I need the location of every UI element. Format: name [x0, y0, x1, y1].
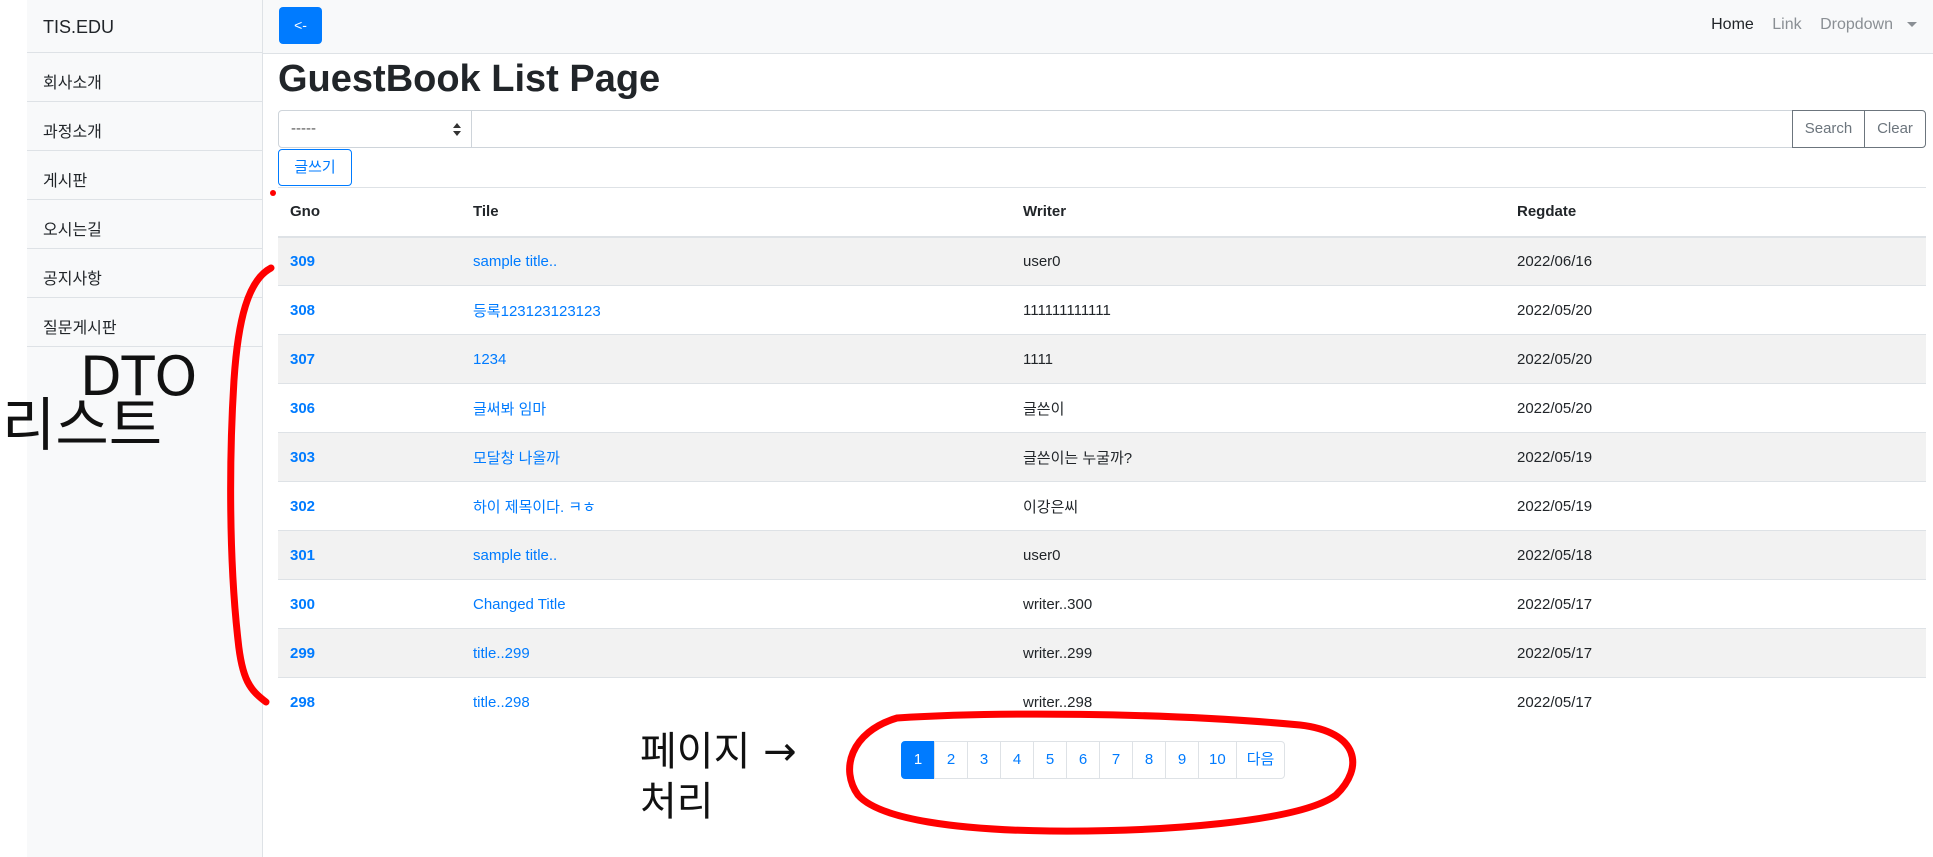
table-row[interactable]: 303 모달창 나올까 글쓴이는 누굴까? 2022/05/19: [278, 432, 1926, 482]
row-gno[interactable]: 303: [278, 432, 461, 482]
page-link-1[interactable]: 1: [901, 741, 935, 779]
row-writer: 111111111111: [1011, 285, 1505, 335]
row-gno[interactable]: 306: [278, 383, 461, 433]
row-writer: writer..298: [1011, 677, 1505, 727]
table-row[interactable]: 307 1234 1111 2022/05/20: [278, 334, 1926, 384]
row-gno[interactable]: 309: [278, 236, 461, 286]
search-input[interactable]: [471, 110, 1793, 148]
table-row[interactable]: 302 하이 제목이다. ㅋㅎ 이강은씨 2022/05/19: [278, 481, 1926, 531]
sidebar-item-directions[interactable]: 오시는길: [27, 200, 262, 249]
row-title-link[interactable]: 모달창 나올까: [461, 432, 1011, 482]
sidebar-brand[interactable]: TIS.EDU: [27, 0, 262, 53]
page-link-9[interactable]: 9: [1165, 741, 1199, 779]
header-gno: Gno: [278, 187, 461, 238]
row-regdate: 2022/05/20: [1505, 285, 1926, 335]
row-title-link[interactable]: title..299: [461, 628, 1011, 678]
page-link-10[interactable]: 10: [1198, 741, 1237, 779]
nav-home-link[interactable]: Home: [1711, 16, 1754, 33]
row-writer: user0: [1011, 236, 1505, 286]
row-regdate: 2022/05/19: [1505, 432, 1926, 482]
sidebar-toggle-button[interactable]: <-: [279, 7, 322, 44]
page-link-7[interactable]: 7: [1099, 741, 1133, 779]
row-gno[interactable]: 300: [278, 579, 461, 629]
row-writer: 글쓴이는 누굴까?: [1011, 432, 1505, 482]
sidebar: TIS.EDU 회사소개 과정소개 게시판 오시는길 공지사항 질문게시판: [27, 0, 263, 857]
page-link-8[interactable]: 8: [1132, 741, 1166, 779]
row-gno[interactable]: 301: [278, 530, 461, 580]
header-regdate: Regdate: [1505, 187, 1926, 238]
clear-button[interactable]: Clear: [1864, 110, 1926, 148]
table-row[interactable]: 306 글써봐 임마 글쓴이 2022/05/20: [278, 383, 1926, 433]
row-regdate: 2022/05/20: [1505, 334, 1926, 384]
page-title: GuestBook List Page: [278, 58, 661, 100]
header-writer: Writer: [1011, 187, 1505, 238]
header-title: Tile: [461, 187, 1011, 238]
row-writer: 이강은씨: [1011, 481, 1505, 531]
table-row[interactable]: 300 Changed Title writer..300 2022/05/17: [278, 579, 1926, 629]
top-nav: Home Link Dropdown: [1697, 16, 1917, 34]
table-row[interactable]: 309 sample title.. user0 2022/06/16: [278, 236, 1926, 286]
next-page-link[interactable]: 다음: [1235, 741, 1286, 779]
row-gno[interactable]: 299: [278, 628, 461, 678]
table-row[interactable]: 299 title..299 writer..299 2022/05/17: [278, 628, 1926, 678]
page-link-4[interactable]: 4: [1000, 741, 1034, 779]
row-regdate: 2022/05/17: [1505, 579, 1926, 629]
sidebar-item-notices[interactable]: 공지사항: [27, 249, 262, 298]
row-title-link[interactable]: 글써봐 임마: [461, 383, 1011, 433]
table-row[interactable]: 298 title..298 writer..298 2022/05/17: [278, 677, 1926, 727]
sidebar-item-qna[interactable]: 질문게시판: [27, 298, 262, 347]
table-header-row: Gno Tile Writer Regdate: [278, 187, 1926, 238]
table-row[interactable]: 308 등록123123123123 111111111111 2022/05/…: [278, 285, 1926, 335]
pagination: 1 2 3 4 5 6 7 8 9 10 다음: [901, 741, 1286, 779]
search-button[interactable]: Search: [1792, 110, 1865, 148]
sidebar-item-company[interactable]: 회사소개: [27, 53, 262, 102]
write-button[interactable]: 글쓰기: [278, 149, 352, 186]
row-writer: writer..299: [1011, 628, 1505, 678]
row-title-link[interactable]: 등록123123123123: [461, 285, 1011, 335]
annotation-note-process: 처리: [640, 779, 714, 825]
annotation-note-page: 페이지 →: [640, 729, 797, 775]
page-link-3[interactable]: 3: [967, 741, 1001, 779]
row-writer: 글쓴이: [1011, 383, 1505, 433]
search-type-value: -----: [291, 120, 316, 137]
row-regdate: 2022/05/20: [1505, 383, 1926, 433]
row-regdate: 2022/05/19: [1505, 481, 1926, 531]
search-bar: ----- Search Clear: [278, 110, 1926, 148]
row-writer: user0: [1011, 530, 1505, 580]
row-title-link[interactable]: sample title..: [461, 530, 1011, 580]
sidebar-item-courses[interactable]: 과정소개: [27, 102, 262, 151]
row-gno[interactable]: 298: [278, 677, 461, 727]
row-gno[interactable]: 302: [278, 481, 461, 531]
row-title-link[interactable]: sample title..: [461, 236, 1011, 286]
search-type-select[interactable]: -----: [278, 110, 472, 148]
row-regdate: 2022/06/16: [1505, 236, 1926, 286]
page-link-5[interactable]: 5: [1033, 741, 1067, 779]
row-regdate: 2022/05/17: [1505, 628, 1926, 678]
row-writer: writer..300: [1011, 579, 1505, 629]
row-writer: 1111: [1011, 334, 1505, 384]
nav-dropdown[interactable]: Dropdown: [1820, 16, 1917, 33]
nav-link[interactable]: Link: [1772, 16, 1801, 33]
page-link-2[interactable]: 2: [934, 741, 968, 779]
top-navbar: <- Home Link Dropdown: [263, 0, 1933, 54]
row-title-link[interactable]: title..298: [461, 677, 1011, 727]
row-gno[interactable]: 307: [278, 334, 461, 384]
page-link-6[interactable]: 6: [1066, 741, 1100, 779]
row-regdate: 2022/05/18: [1505, 530, 1926, 580]
sidebar-item-board[interactable]: 게시판: [27, 151, 262, 200]
row-title-link[interactable]: Changed Title: [461, 579, 1011, 629]
row-title-link[interactable]: 1234: [461, 334, 1011, 384]
select-arrows-icon: [453, 123, 461, 137]
row-title-link[interactable]: 하이 제목이다. ㅋㅎ: [461, 481, 1011, 531]
row-regdate: 2022/05/17: [1505, 677, 1926, 727]
caret-down-icon: [1907, 22, 1917, 28]
row-gno[interactable]: 308: [278, 285, 461, 335]
nav-dropdown-label: Dropdown: [1820, 16, 1893, 33]
guestbook-table: Gno Tile Writer Regdate 309 sample title…: [278, 187, 1926, 727]
table-row[interactable]: 301 sample title.. user0 2022/05/18: [278, 530, 1926, 580]
annotation-dot: [270, 190, 276, 196]
